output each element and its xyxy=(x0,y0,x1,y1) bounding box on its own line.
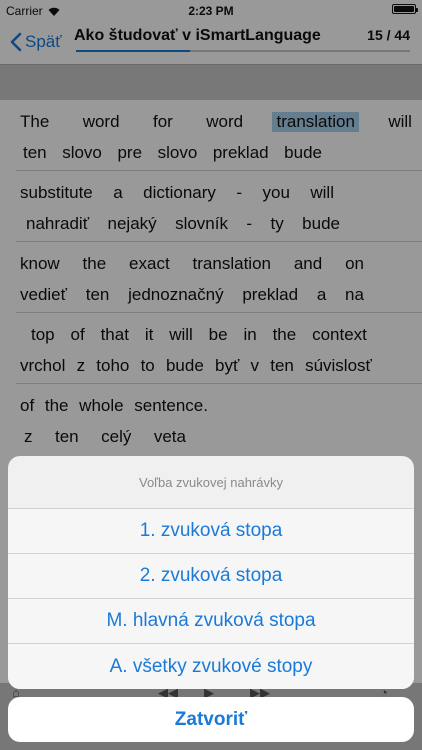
action-sheet-title: Voľba zvukovej nahrávky xyxy=(8,456,414,509)
track-option-2[interactable]: 2. zvuková stopa xyxy=(8,554,414,599)
track-option-1[interactable]: 1. zvuková stopa xyxy=(8,509,414,554)
audio-track-action-sheet: Voľba zvukovej nahrávky 1. zvuková stopa… xyxy=(8,456,414,689)
track-option-main[interactable]: M. hlavná zvuková stopa xyxy=(8,599,414,644)
track-option-all[interactable]: A. všetky zvukové stopy xyxy=(8,644,414,689)
close-button[interactable]: Zatvoriť xyxy=(8,697,414,742)
